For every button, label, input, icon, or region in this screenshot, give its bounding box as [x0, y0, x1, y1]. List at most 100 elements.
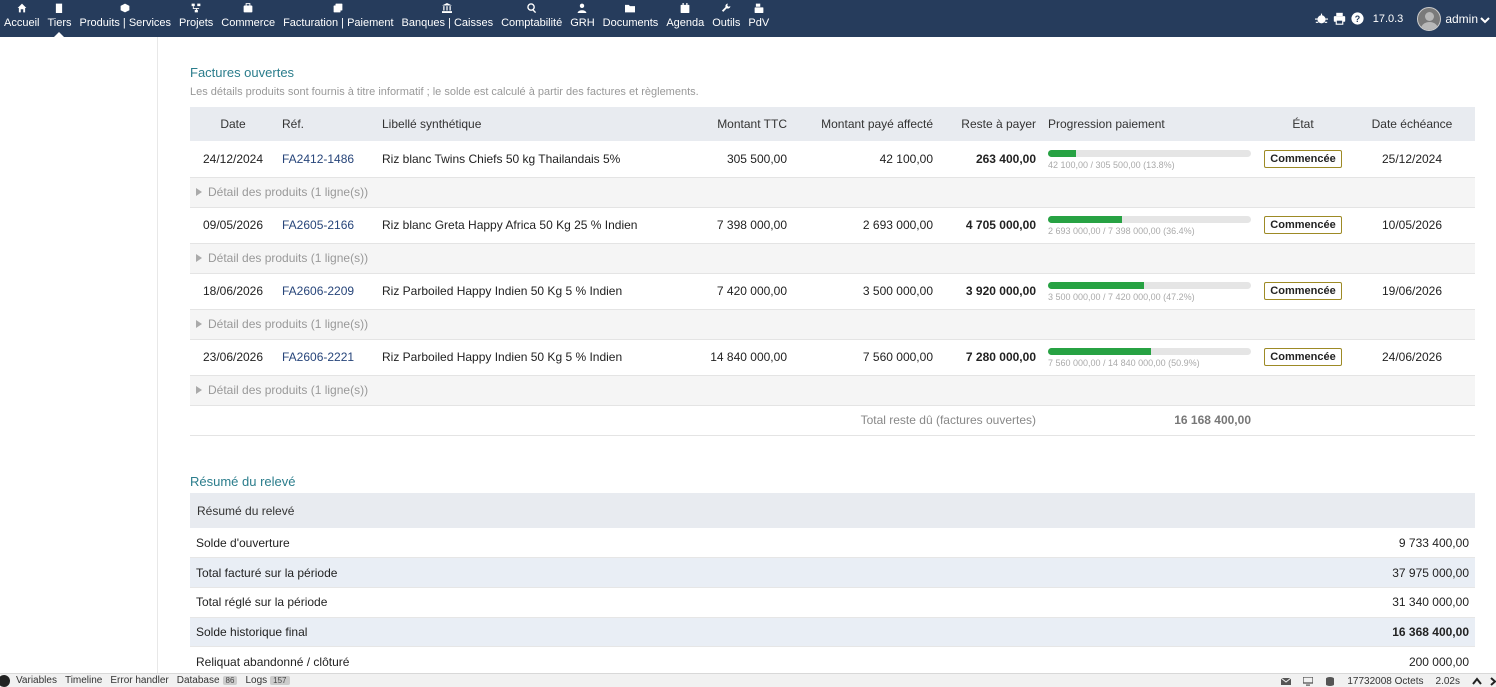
database-icon[interactable]	[1325, 676, 1335, 686]
invoice-ref-link[interactable]: FA2606-2221	[282, 350, 354, 364]
print-icon[interactable]	[1333, 12, 1347, 26]
nav-item-commerce[interactable]: Commerce	[217, 0, 279, 37]
col-date[interactable]: Date	[190, 107, 276, 141]
debugbar-tab-label: Database	[176, 675, 220, 686]
nav-item-comptabilité[interactable]: Comptabilité	[497, 0, 566, 37]
summary-label: Total réglé sur la période	[190, 587, 1027, 618]
nav-item-facturation-paiement[interactable]: Facturation | Paiement	[279, 0, 397, 37]
invoice-due-date: 24/06/2026	[1349, 339, 1475, 376]
nav-item-documents[interactable]: Documents	[599, 0, 663, 37]
version-label: 17.0.3	[1372, 12, 1404, 25]
mail-icon[interactable]	[1281, 677, 1292, 686]
table-header-row: Date Réf. Libellé synthétique Montant TT…	[190, 107, 1475, 141]
payment-progress: 7 560 000,00 / 14 840 000,00 (50.9%)	[1048, 348, 1251, 368]
col-due-date[interactable]: Date échéance	[1349, 107, 1475, 141]
status-badge: Commencée	[1264, 282, 1342, 300]
nav-item-grh[interactable]: GRH	[566, 0, 598, 37]
invoice-paid: 7 560 000,00	[793, 339, 939, 376]
product-detail-toggle[interactable]: Détail des produits (1 ligne(s))	[208, 251, 368, 265]
product-detail-toggle[interactable]: Détail des produits (1 ligne(s))	[208, 185, 368, 199]
debug-bar: Variables Timeline Error handler Database 86…	[0, 673, 1496, 687]
nav-item-label: Documents	[602, 17, 659, 29]
payment-progress-fill	[1048, 149, 1076, 157]
status-badge: Commencée	[1264, 149, 1342, 168]
expand-triangle-icon[interactable]	[196, 188, 202, 196]
chevron-up-icon[interactable]	[1472, 676, 1482, 686]
nav-item-label: Agenda	[666, 17, 705, 29]
chevron-down-icon[interactable]	[1480, 14, 1490, 24]
payment-progress-text: 2 693 000,00 / 7 398 000,00 (36.4%)	[1048, 226, 1195, 236]
total-row: Total reste dû (factures ouvertes) 16 168…	[190, 405, 1475, 436]
nav-item-accueil[interactable]: Accueil	[0, 0, 43, 37]
product-detail-row[interactable]: Détail des produits (1 ligne(s))	[190, 243, 1475, 274]
avatar[interactable]	[1417, 6, 1442, 31]
sitemap-icon	[191, 3, 201, 13]
payment-progress-fill	[1048, 216, 1122, 223]
invoice-date: 23/06/2026	[190, 339, 276, 376]
product-detail-row[interactable]: Détail des produits (1 ligne(s))	[190, 309, 1475, 340]
col-amount[interactable]: Montant TTC	[686, 107, 793, 141]
invoice-amount: 7 398 000,00	[686, 207, 793, 244]
expand-triangle-icon[interactable]	[196, 386, 202, 394]
debugbar-tab-error-handler[interactable]: Error handler	[110, 675, 168, 686]
nav-item-pdv[interactable]: PdV	[744, 0, 773, 37]
search-dollar-icon	[526, 3, 537, 13]
invoice-label: Riz Parboiled Happy Indien 50 Kg 5 % Ind…	[376, 339, 686, 376]
nav-item-projets[interactable]: Projets	[175, 0, 217, 37]
total-label: Total reste dû (factures ouvertes)	[190, 405, 1042, 436]
debugbar-tab-database[interactable]: Database 86	[177, 675, 238, 686]
nav-item-label: Tiers	[47, 17, 72, 29]
product-detail-toggle[interactable]: Détail des produits (1 ligne(s))	[208, 383, 368, 397]
product-detail-row[interactable]: Détail des produits (1 ligne(s))	[190, 177, 1475, 208]
summary-title: Résumé du relevé	[190, 474, 296, 489]
expand-triangle-icon[interactable]	[196, 254, 202, 262]
summary-row: Reliquat abandonné / clôturé 200 000,00	[190, 646, 1475, 677]
product-detail-toggle[interactable]: Détail des produits (1 ligne(s))	[208, 317, 368, 331]
debugbar-time: 2.02s	[1435, 675, 1460, 687]
nav-item-label: GRH	[570, 17, 595, 29]
debugbar-tab-label: Logs	[245, 675, 268, 686]
nav-item-label: Banques | Caisses	[401, 17, 494, 29]
invoice-due-date: 10/05/2026	[1349, 207, 1475, 244]
col-ref[interactable]: Réf.	[276, 107, 376, 141]
invoice-remaining: 4 705 000,00	[939, 207, 1042, 244]
nav-item-outils[interactable]: Outils	[708, 0, 744, 37]
close-icon[interactable]	[1488, 676, 1496, 686]
debugbar-logo-icon[interactable]	[0, 674, 10, 687]
debugbar-tab-variables[interactable]: Variables	[16, 675, 57, 686]
invoice-remaining: 263 400,00	[939, 141, 1042, 178]
user-name[interactable]: admin	[1445, 12, 1478, 26]
building-icon	[54, 3, 64, 13]
nav-item-label: Produits | Services	[79, 17, 172, 29]
payment-progress-text: 3 500 000,00 / 7 420 000,00 (47.2%)	[1048, 292, 1195, 302]
nav-item-agenda[interactable]: Agenda	[662, 0, 708, 37]
svg-text:?: ?	[1355, 14, 1360, 24]
debugbar-tab-logs[interactable]: Logs 157	[245, 675, 290, 686]
bug-icon[interactable]	[1315, 12, 1329, 26]
payment-progress-text: 42 100,00 / 305 500,00 (13.8%)	[1048, 159, 1175, 170]
col-label[interactable]: Libellé synthétique	[376, 107, 686, 141]
help-icon[interactable]: ?	[1351, 12, 1365, 26]
nav-item-tiers[interactable]: Tiers	[43, 0, 75, 37]
col-paid[interactable]: Montant payé affecté	[793, 107, 939, 141]
payment-progress: 42 100,00 / 305 500,00 (13.8%)	[1048, 149, 1251, 170]
debugbar-right: 17732008 Octets 2.02s	[1281, 674, 1496, 687]
payment-progress: 3 500 000,00 / 7 420 000,00 (47.2%)	[1048, 282, 1251, 302]
invoice-ref-link[interactable]: FA2605-2166	[282, 218, 354, 232]
table-row: 09/05/2026 FA2605-2166 Riz blanc Greta Hap…	[190, 207, 1475, 244]
product-detail-row[interactable]: Détail des produits (1 ligne(s))	[190, 375, 1475, 406]
nav-item-produits-services[interactable]: Produits | Services	[76, 0, 176, 37]
invoice-ref-link[interactable]: FA2606-2209	[282, 284, 354, 298]
expand-triangle-icon[interactable]	[196, 320, 202, 328]
invoice-paid: 2 693 000,00	[793, 207, 939, 244]
summary-value: 9 733 400,00	[1026, 528, 1475, 559]
summary-label: Reliquat abandonné / clôturé	[190, 646, 1027, 677]
col-remaining[interactable]: Reste à payer	[939, 107, 1042, 141]
monitor-icon[interactable]	[1302, 675, 1315, 686]
invoice-label: Riz blanc Greta Happy Africa 50 Kg 25 % …	[376, 207, 686, 244]
debugbar-tab-timeline[interactable]: Timeline	[65, 675, 102, 686]
invoice-ref-link[interactable]: FA2412-1486	[282, 152, 354, 166]
col-state[interactable]: État	[1257, 107, 1349, 141]
nav-item-label: Projets	[179, 17, 214, 29]
nav-item-banques-caisses[interactable]: Banques | Caisses	[398, 0, 498, 37]
